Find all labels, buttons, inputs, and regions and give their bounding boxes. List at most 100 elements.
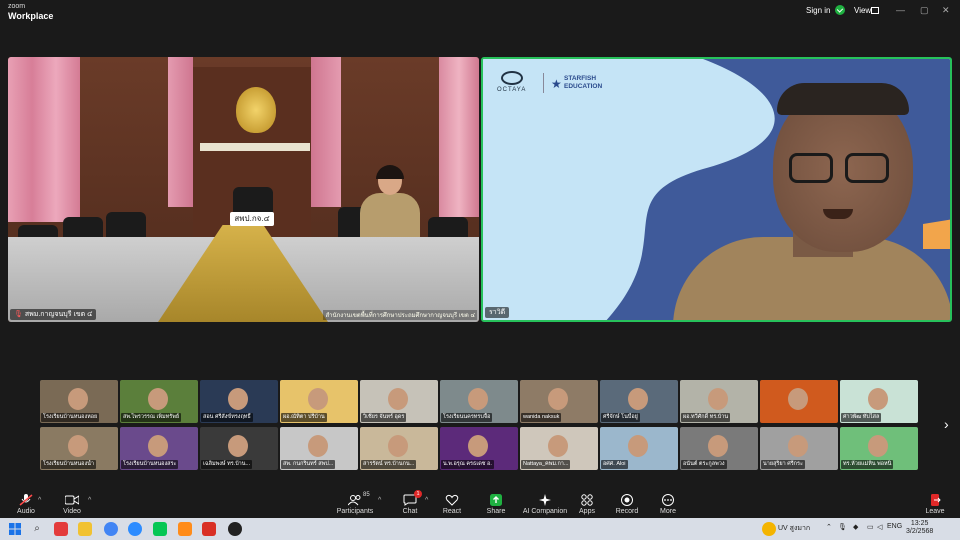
participant-thumbnail-name: ผอ.ณัทิตา ปรีบ้าน: [281, 413, 327, 422]
participant-name-label: ราวิดี: [485, 307, 510, 318]
participant-thumbnail[interactable]: อศศ. Aloi: [600, 427, 678, 470]
share-button[interactable]: Share: [471, 490, 521, 515]
participant-thumbnail[interactable]: โรงเรียนบ้านหนองสระ: [120, 427, 198, 470]
search-icon[interactable]: ⌕: [30, 522, 44, 536]
close-icon[interactable]: ✕: [942, 5, 950, 16]
tray-icon-mic[interactable]: 🎙: [838, 523, 847, 531]
curtain-center-right: [311, 57, 341, 207]
participants-options-caret-icon[interactable]: ^: [378, 497, 381, 504]
app-red-icon[interactable]: [202, 522, 216, 536]
participant-face: [308, 435, 328, 457]
starfish-line2: EDUCATION: [564, 83, 603, 90]
clock-time: 13:25: [910, 520, 929, 527]
octaya-logo: OCTAYA: [497, 71, 526, 93]
video-label: Video: [63, 508, 81, 515]
participant-thumbnail[interactable]: ผอ.ทวีศักดิ์ ทร.บ้าน: [680, 380, 758, 423]
folder-icon[interactable]: [78, 522, 92, 536]
participant-thumbnail-name: Nattaya_คพม.กา...: [521, 460, 571, 469]
participant-thumbnail[interactable]: ศรีจักษ์ โนบี้อยู่: [600, 380, 678, 423]
video-tile-active-speaker[interactable]: OCTAYA ★ STARFISH EDUCATION ราวิดี: [481, 57, 952, 322]
participant-face: [228, 388, 248, 410]
leave-button[interactable]: Leave: [910, 490, 960, 515]
participant-face: [468, 435, 488, 457]
participant-face: [788, 388, 808, 410]
clock[interactable]: 13:25 3/2/2568: [906, 520, 933, 536]
participant-thumbnail[interactable]: สพ. กนกรินทร์ สพป...: [280, 427, 358, 470]
mic-muted-icon: [19, 494, 33, 506]
more-icon: [662, 494, 674, 506]
participant-face: [308, 388, 328, 410]
participant-thumbnail[interactable]: อนันต์ ตระกูลพวง: [680, 427, 758, 470]
participant-thumbnail[interactable]: โรงเรียนบ้านหนองหอย: [40, 380, 118, 423]
video-options-caret-icon[interactable]: ^: [88, 497, 91, 504]
participant-thumbnail[interactable]: [760, 380, 838, 423]
windows-taskbar: ⌕ UV สูงมาก ⌃ 🎙 ◆ ▭ ◁ ENG 13:25 3/2/2568: [0, 518, 960, 540]
maximize-icon[interactable]: ▢: [920, 5, 929, 16]
audio-button[interactable]: Audio: [1, 490, 51, 515]
grid-view-icon[interactable]: [871, 7, 879, 14]
view-button[interactable]: View: [854, 6, 871, 15]
app-s-icon[interactable]: [54, 522, 68, 536]
participant-thumbnail-name: เฉลิมพงษ์ ทร.บ้าน...: [201, 460, 253, 469]
participant-face: [148, 388, 168, 410]
participant-thumbnail[interactable]: นายสุริยา ศรีกระ: [760, 427, 838, 470]
app-dark-icon[interactable]: [228, 522, 242, 536]
curtain-right: [439, 57, 479, 217]
participant-thumbnail-name: สพ. กนกรินทร์ สพป...: [281, 460, 336, 469]
participant-thumbnail[interactable]: ผอ.ณัทิตา ปรีบ้าน: [280, 380, 358, 423]
tray-icon-app[interactable]: ◆: [853, 523, 858, 531]
audio-options-caret-icon[interactable]: ^: [38, 497, 41, 504]
emblem: [236, 87, 276, 133]
participant-face: [548, 388, 568, 410]
camera-icon: [65, 495, 79, 505]
participant-thumbnail[interactable]: สารรัตน์ ทร.บ้านกน...: [360, 427, 438, 470]
video-tile-meeting-room[interactable]: สพป.กจ.๔ สำนักงานเขตพื้นที่การศึกษาประถม…: [8, 57, 479, 322]
participant-gallery-strip: โรงเรียนบ้านหนองหอย สพ.ไพรวรรณ เพิ่มทรัพย…: [40, 380, 920, 470]
participant-thumbnail[interactable]: เฉลิมพงษ์ ทร.บ้าน...: [200, 427, 278, 470]
participant-face: [868, 435, 888, 457]
participant-thumbnail-name: อนันต์ ตระกูลพวง: [681, 460, 727, 469]
participant-face: [868, 388, 888, 410]
participant-thumbnail[interactable]: สพ.ไพรวรรณ เพิ่มทรัพย์: [120, 380, 198, 423]
chevron-right-icon[interactable]: ›: [944, 416, 949, 432]
participant-thumbnail[interactable]: Nattaya_คพม.กา...: [520, 427, 598, 470]
participant-thumbnail[interactable]: ศาวพัฒ ทับไสล: [840, 380, 918, 423]
participant-thumbnail[interactable]: วิเชียร จันทร์ อุดร: [360, 380, 438, 423]
participant-face: [788, 435, 808, 457]
chevron-up-icon[interactable]: ⌃: [826, 523, 832, 531]
sign-in-link[interactable]: Sign in: [806, 6, 830, 15]
app-logo: zoom Workplace: [8, 3, 53, 21]
participant-face: [708, 435, 728, 457]
participant-thumbnail[interactable]: wanida naksuk: [520, 380, 598, 423]
participant-name-label: 🎙 สพม.กาญจนบุรี เขต ๔: [10, 309, 97, 320]
participant-thumbnail-name: สารรัตน์ ทร.บ้านกน...: [361, 460, 417, 469]
language-indicator[interactable]: ENG: [887, 523, 902, 530]
participant-face: [548, 435, 568, 457]
participant-face: [228, 435, 248, 457]
zoom-icon[interactable]: [128, 522, 142, 536]
participant-thumbnail[interactable]: โรงเรียนบ้านหนองน้ำ: [40, 427, 118, 470]
participant-thumbnail-name: โรงเรียนบ้านหนองสระ: [121, 460, 179, 469]
weather-icon[interactable]: [762, 522, 776, 536]
windows-start-icon[interactable]: [8, 522, 22, 536]
wall-banner: [200, 143, 310, 151]
chrome-icon[interactable]: [104, 522, 118, 536]
participant-thumbnail[interactable]: ทร.ห้วยแม่หิน พ่อหนิ: [840, 427, 918, 470]
line-icon[interactable]: [153, 522, 167, 536]
app-active-icon[interactable]: [178, 522, 192, 536]
volume-icon[interactable]: ◁: [877, 523, 882, 531]
minimize-icon[interactable]: —: [896, 5, 905, 15]
weather-text[interactable]: UV สูงมาก: [778, 523, 810, 534]
meeting-toolbar: Audio ^ Video ^ 85 Participants ^ 1 Chat…: [0, 490, 960, 518]
participant-face: [148, 435, 168, 457]
participant-thumbnail[interactable]: สอน ศรีสังข์ทรงฤทธิ์: [200, 380, 278, 423]
network-icon[interactable]: ▭: [867, 523, 874, 531]
participant-thumbnail[interactable]: น.พ.อรุณ ครธเดช อ.: [440, 427, 518, 470]
shield-check-icon[interactable]: [835, 5, 845, 15]
participants-button[interactable]: 85 Participants: [330, 490, 380, 515]
more-button[interactable]: More: [643, 490, 693, 515]
react-button[interactable]: React: [427, 490, 477, 515]
participant-thumbnail[interactable]: โรงเรียนนครทรบจื้อ: [440, 380, 518, 423]
participant-face: [708, 388, 728, 410]
logo-separator: [543, 73, 544, 93]
